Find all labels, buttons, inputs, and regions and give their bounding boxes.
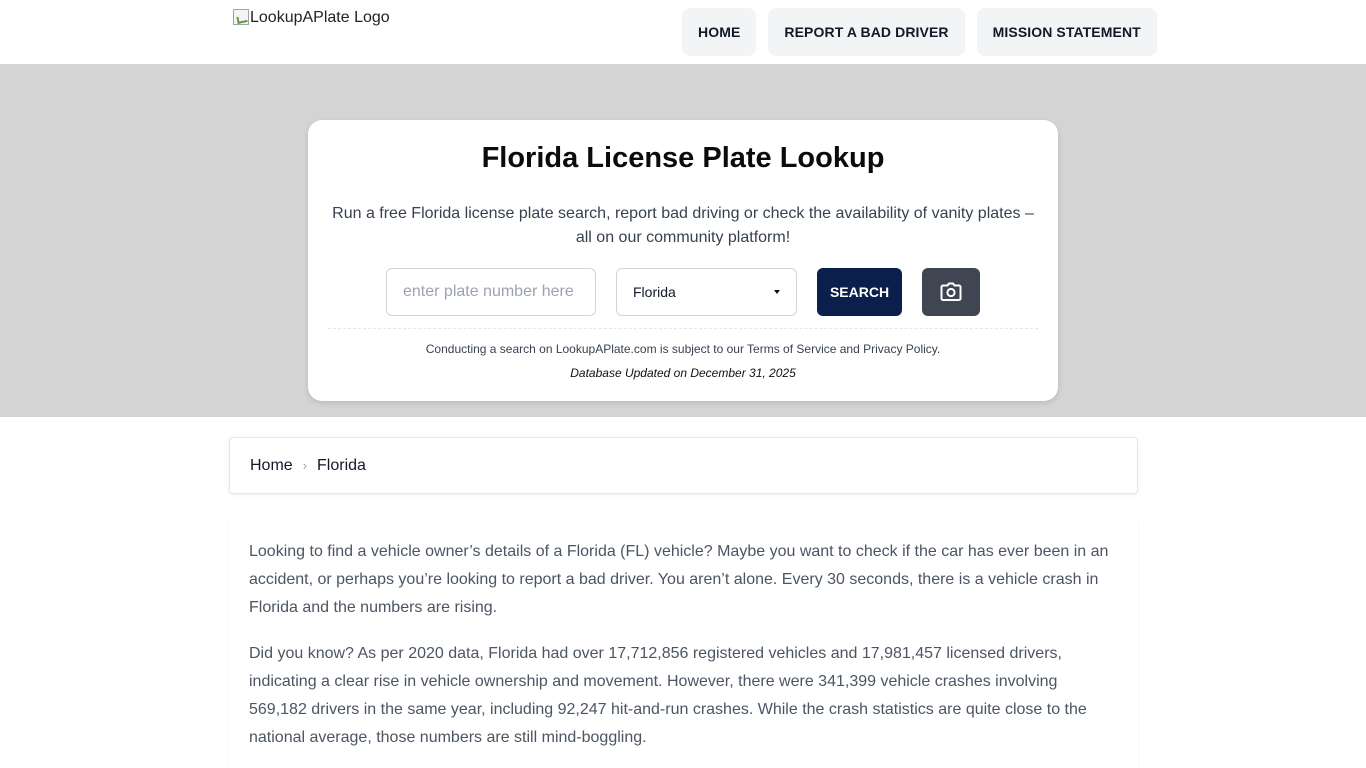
hero-section: Florida License Plate Lookup Run a free …	[0, 64, 1366, 417]
camera-icon	[940, 282, 962, 301]
stats-paragraph: Did you know? As per 2020 data, Florida …	[249, 645, 1087, 746]
camera-button[interactable]	[922, 268, 980, 316]
intro-paragraph: Looking to find a vehicle owner’s detail…	[249, 543, 1109, 616]
site-logo[interactable]: LookupAPlate Logo	[233, 9, 390, 27]
state-select-value: Florida	[633, 284, 676, 300]
nav-mission-statement[interactable]: MISSION STATEMENT	[976, 8, 1157, 56]
nav-report-bad-driver[interactable]: REPORT A BAD DRIVER	[768, 8, 965, 56]
chevron-right-icon: ›	[302, 458, 308, 473]
breadcrumb-home[interactable]: Home	[250, 457, 293, 475]
page-title: Florida License Plate Lookup	[481, 142, 885, 174]
card-divider	[328, 328, 1038, 329]
plate-number-input[interactable]	[386, 268, 596, 316]
search-card: Florida License Plate Lookup Run a free …	[308, 120, 1058, 401]
state-select[interactable]: Florida	[616, 268, 797, 316]
search-button[interactable]: SEARCH	[817, 268, 902, 316]
search-form: Florida SEARCH	[308, 268, 1058, 316]
nav-home[interactable]: HOME	[682, 8, 757, 56]
hero-lead-text: Run a free Florida license plate search,…	[332, 205, 1034, 246]
site-header: LookupAPlate Logo HOME REPORT A BAD DRIV…	[0, 0, 1366, 64]
breadcrumb: Home › Florida	[229, 437, 1138, 494]
database-updated-text: Database Updated on December 31, 2025	[570, 366, 796, 380]
caret-down-icon	[774, 290, 780, 294]
broken-image-icon	[233, 9, 249, 25]
article-content: Looking to find a vehicle owner’s detail…	[229, 518, 1138, 768]
main-nav: HOME REPORT A BAD DRIVER MISSION STATEME…	[682, 8, 1157, 56]
breadcrumb-current: Florida	[317, 456, 366, 474]
logo-alt-text: LookupAPlate Logo	[250, 9, 390, 26]
terms-notice: Conducting a search on LookupAPlate.com …	[425, 342, 941, 356]
